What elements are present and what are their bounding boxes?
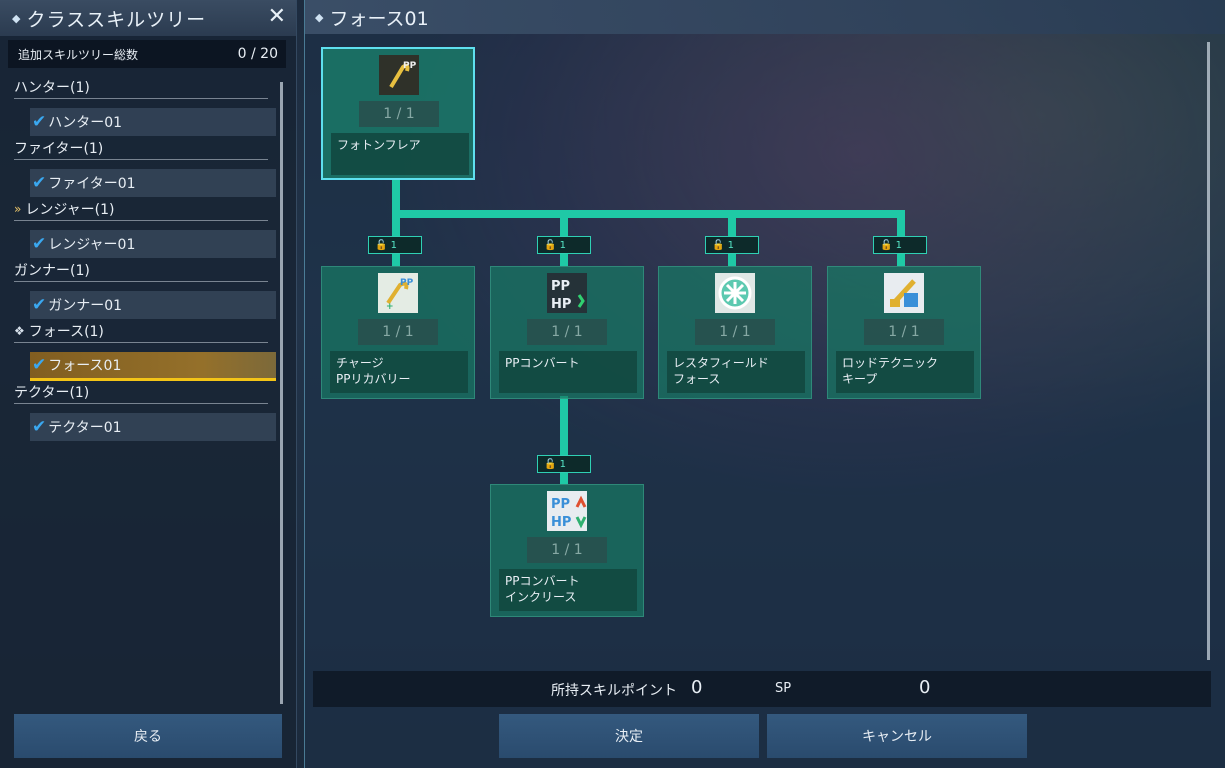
class-header-hunter: ハンター(1) xyxy=(14,76,268,99)
tree-item-label: レンジャー01 xyxy=(48,237,136,253)
check-icon: ✔ xyxy=(32,295,47,315)
main-class-icon: ❖ xyxy=(14,324,25,338)
lock-tag: 🔓 1 xyxy=(873,236,927,254)
skill-point-bar: 所持スキルポイント 0 SP 0 xyxy=(313,671,1211,707)
skill-point-unit: SP xyxy=(775,681,792,696)
class-name: ハンター(1) xyxy=(14,80,90,96)
svg-text:PP: PP xyxy=(551,497,570,512)
rod-technic-icon xyxy=(884,273,924,313)
skill-name: ロッドテクニック キープ xyxy=(836,351,974,393)
skill-level: 1 / 1 xyxy=(864,319,944,345)
class-name: フォース(1) xyxy=(28,324,104,340)
skill-point-label: 所持スキルポイント xyxy=(551,683,677,699)
lock-tag-label: 1 xyxy=(895,239,903,251)
class-header-techter: テクター(1) xyxy=(14,381,268,404)
left-scrollbar[interactable] xyxy=(280,82,283,704)
tree-item-techter01[interactable]: ✔ テクター01 xyxy=(30,413,276,441)
sub-class-icon: » xyxy=(14,202,22,216)
back-button[interactable]: 戻る xyxy=(14,714,282,758)
svg-text:HP: HP xyxy=(551,297,571,312)
lock-tag-label: 1 xyxy=(559,458,567,470)
total-tree-value: 0 / 20 xyxy=(237,46,278,62)
lock-tag: 🔓 1 xyxy=(705,236,759,254)
skill-node-photon-flare[interactable]: PP 1 / 1 フォトンフレア xyxy=(321,47,475,180)
lock-tag-label: 1 xyxy=(559,239,567,251)
skill-tree-panel: ◆ フォース01 🔓 1 🔓 1 🔓 1 🔓 1 🔓 1 PP 1 / 1 フォ… xyxy=(304,0,1225,768)
skill-node-charge-pp-recovery[interactable]: PP + 1 / 1 チャージ PPリカバリー xyxy=(321,266,475,399)
tree-item-fighter01[interactable]: ✔ ファイター01 xyxy=(30,169,276,197)
skill-name: レスタフィールド フォース xyxy=(667,351,805,393)
class-header-fighter: ファイター(1) xyxy=(14,137,268,160)
class-header-ranger: » レンジャー(1) xyxy=(14,198,268,221)
svg-text:HP: HP xyxy=(551,515,571,530)
class-skill-tree-panel: ◆ クラススキルツリー ✕ 追加スキルツリー総数 0 / 20 ハンター(1) … xyxy=(0,0,297,768)
svg-text:PP: PP xyxy=(400,278,414,288)
confirm-button[interactable]: 決定 xyxy=(499,714,759,758)
tree-item-hunter01[interactable]: ✔ ハンター01 xyxy=(30,108,276,136)
skill-level: 1 / 1 xyxy=(527,537,607,563)
panel-title: クラススキルツリー xyxy=(26,8,207,31)
right-scrollbar[interactable] xyxy=(1207,42,1210,660)
lock-icon: 🔓 xyxy=(880,239,893,251)
total-tree-count: 追加スキルツリー総数 0 / 20 xyxy=(8,40,286,68)
skill-level: 1 / 1 xyxy=(527,319,607,345)
tree-item-label: ガンナー01 xyxy=(48,298,123,314)
class-name: テクター(1) xyxy=(14,385,90,401)
svg-text:PP: PP xyxy=(403,61,417,71)
skill-name: PPコンバート インクリース xyxy=(499,569,637,611)
rod-charge-icon: PP + xyxy=(378,273,418,313)
class-name: ファイター(1) xyxy=(14,141,104,157)
skill-level: 1 / 1 xyxy=(359,101,439,127)
skill-name: フォトンフレア xyxy=(331,133,469,175)
lock-tag-label: 1 xyxy=(390,239,398,251)
resta-field-icon xyxy=(715,273,755,313)
lock-icon: 🔓 xyxy=(544,458,557,470)
skill-node-resta-field-force[interactable]: 1 / 1 レスタフィールド フォース xyxy=(658,266,812,399)
lock-tag: 🔓 1 xyxy=(537,236,591,254)
tree-item-label: テクター01 xyxy=(48,420,122,436)
skill-node-rod-technic-keep[interactable]: 1 / 1 ロッドテクニック キープ xyxy=(827,266,981,399)
class-name: ガンナー(1) xyxy=(14,263,90,279)
skill-level: 1 / 1 xyxy=(695,319,775,345)
check-icon: ✔ xyxy=(32,112,47,132)
check-icon: ✔ xyxy=(32,417,47,437)
svg-text:+: + xyxy=(386,302,394,312)
tree-item-ranger01[interactable]: ✔ レンジャー01 xyxy=(30,230,276,258)
tree-item-label: フォース01 xyxy=(48,358,122,374)
pp-hp-convert-icon: PP HP xyxy=(547,273,587,313)
lock-icon: 🔓 xyxy=(544,239,557,251)
tree-item-label: ハンター01 xyxy=(48,115,123,131)
tree-item-force01[interactable]: ✔ フォース01 xyxy=(30,352,276,381)
check-icon: ✔ xyxy=(32,355,47,375)
tree-item-label: ファイター01 xyxy=(48,176,136,192)
skill-level: 1 / 1 xyxy=(358,319,438,345)
diamond-icon: ◆ xyxy=(12,11,21,25)
pp-hp-increase-icon: PP HP xyxy=(547,491,587,531)
skill-name: チャージ PPリカバリー xyxy=(330,351,468,393)
check-icon: ✔ xyxy=(32,173,47,193)
skill-name: PPコンバート xyxy=(499,351,637,393)
class-header-gunner: ガンナー(1) xyxy=(14,259,268,282)
skill-point-owned: 0 xyxy=(691,677,703,698)
cancel-button[interactable]: キャンセル xyxy=(767,714,1027,758)
lock-icon: 🔓 xyxy=(375,239,388,251)
skill-node-pp-convert[interactable]: PP HP 1 / 1 PPコンバート xyxy=(490,266,644,399)
panel-header: ◆ クラススキルツリー ✕ xyxy=(0,0,296,36)
check-icon: ✔ xyxy=(32,234,47,254)
lock-tag: 🔓 1 xyxy=(537,455,591,473)
svg-text:PP: PP xyxy=(551,279,570,294)
lock-icon: 🔓 xyxy=(712,239,725,251)
skill-point-value: 0 xyxy=(919,677,931,698)
class-header-force: ❖ フォース(1) xyxy=(14,320,268,343)
total-tree-label: 追加スキルツリー総数 xyxy=(18,47,139,62)
class-name: レンジャー(1) xyxy=(25,202,115,218)
tree-item-gunner01[interactable]: ✔ ガンナー01 xyxy=(30,291,276,319)
lock-tag-label: 1 xyxy=(727,239,735,251)
close-icon[interactable]: ✕ xyxy=(268,4,286,29)
skill-node-pp-convert-increase[interactable]: PP HP 1 / 1 PPコンバート インクリース xyxy=(490,484,644,617)
rod-pp-icon: PP xyxy=(379,55,419,95)
lock-tag: 🔓 1 xyxy=(368,236,422,254)
